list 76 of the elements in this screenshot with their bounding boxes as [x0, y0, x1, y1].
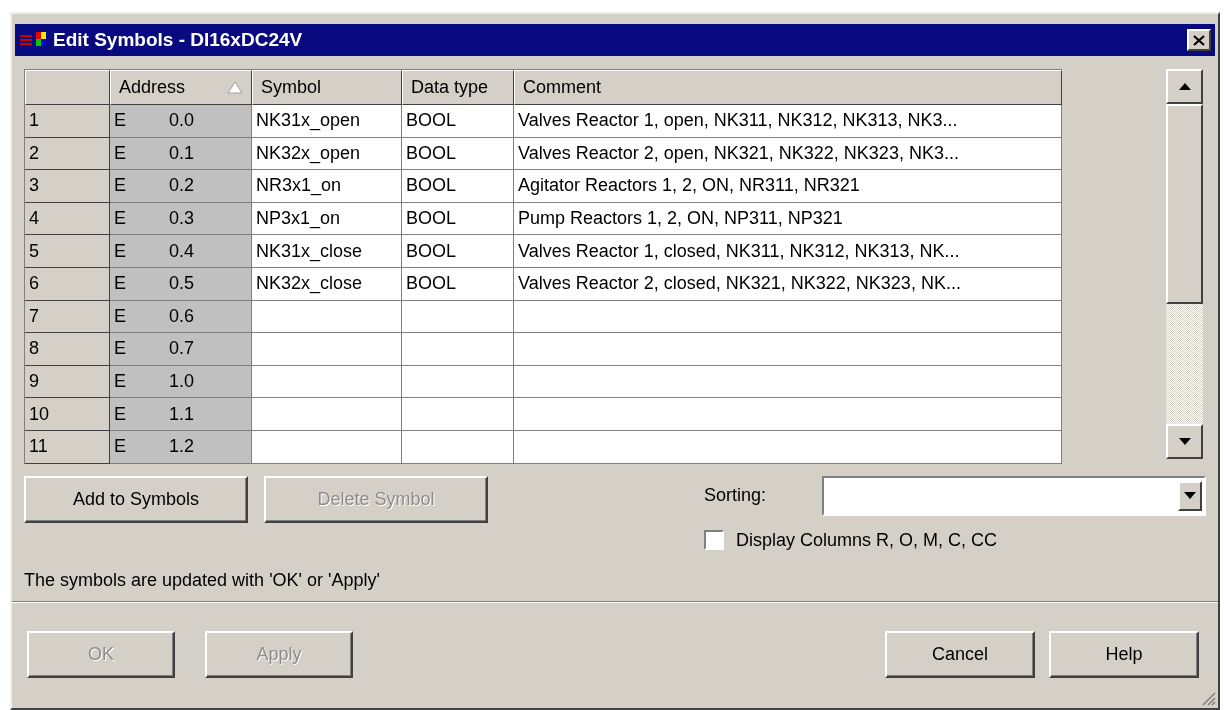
vertical-scrollbar[interactable]	[1166, 69, 1203, 459]
area-text: E	[114, 175, 126, 197]
address-text: 0.4	[168, 240, 194, 262]
table-cell: NK31x_open	[252, 105, 402, 138]
table-cell: BOOL	[402, 267, 514, 301]
action-button[interactable]: Add to Symbols	[24, 475, 248, 523]
table-cell: Valves Reactor 1, closed, NK311, NK312, NK313, NK...	[514, 235, 1062, 268]
column-header[interactable]: Data type	[402, 70, 514, 105]
table-cell: NK32x_close	[252, 267, 402, 301]
table-cell: BOOL	[402, 202, 514, 236]
area-text: E	[114, 273, 126, 295]
address-text: 0.2	[168, 175, 194, 197]
row-number: 2	[25, 137, 110, 171]
area-text: E	[114, 403, 126, 425]
address-text: 0.6	[168, 305, 194, 327]
table-cell: Valves Reactor 2, closed, NK321, NK322, NK323, NK...	[514, 267, 1062, 301]
table-cell: NR3x1_on	[252, 170, 402, 203]
sort-icon	[227, 81, 243, 94]
table-cell: Pump Reactors 1, 2, ON, NP311, NP321	[514, 202, 1062, 236]
area-text: E	[114, 142, 126, 164]
table-cell: BOOL	[402, 137, 514, 171]
area-text: E	[114, 110, 126, 132]
close-icon	[1193, 34, 1205, 46]
table-cell: BOOL	[402, 105, 514, 138]
up-arrow-icon	[1178, 83, 1191, 90]
window-title: Edit Symbols - DI16xDC24V	[53, 29, 304, 51]
table-cell: BOOL	[402, 170, 514, 203]
scroll-up-button[interactable]	[1166, 69, 1203, 104]
area-text: E	[114, 208, 126, 230]
address-text: 0.7	[168, 338, 194, 360]
address-text: 1.1	[168, 403, 194, 425]
address-text: 0.5	[168, 273, 194, 295]
area-text: E	[114, 240, 126, 262]
row-number: 1	[25, 105, 110, 138]
address-text: 1.0	[168, 371, 194, 393]
table-cell: NK31x_close	[252, 235, 402, 268]
scroll-thumb[interactable]	[1166, 104, 1203, 304]
row-number: 8	[25, 333, 110, 366]
row-number: 6	[25, 267, 110, 301]
down-arrow-icon	[1178, 438, 1191, 445]
row-number: 10	[25, 398, 110, 431]
address-text: 0.1	[168, 142, 194, 164]
table-cell: BOOL	[402, 235, 514, 268]
area-text: E	[114, 436, 126, 458]
down-arrow-icon	[1184, 492, 1196, 500]
address-text: 0.3	[168, 208, 194, 230]
address-text: 0.0	[168, 110, 194, 132]
table-cell: NP3x1_on	[252, 202, 402, 236]
row-number: 5	[25, 235, 110, 268]
scroll-down-button[interactable]	[1166, 424, 1203, 459]
column-header[interactable]: Comment	[514, 70, 1062, 105]
table-cell: Valves Reactor 2, open, NK321, NK322, NK323, NK3...	[514, 137, 1062, 171]
dialog-button[interactable]: Cancel	[885, 630, 1035, 678]
area-text: E	[114, 305, 126, 327]
sorting-label: Sorting:	[704, 485, 768, 507]
close-button[interactable]	[1187, 29, 1211, 51]
info-text: The symbols are updated with 'OK' or 'Apply'	[24, 569, 381, 591]
resize-grip[interactable]	[1200, 690, 1216, 706]
column-header[interactable]: Address	[110, 70, 252, 105]
area-text: E	[114, 338, 126, 360]
row-number: 11	[25, 430, 110, 464]
dialog-button[interactable]: Help	[1049, 630, 1199, 678]
checkbox[interactable]	[704, 530, 724, 551]
address-text: 1.2	[168, 436, 194, 458]
table-cell: Valves Reactor 1, open, NK311, NK312, NK313, NK3...	[514, 105, 1062, 138]
row-number: 7	[25, 300, 110, 334]
row-number: 4	[25, 202, 110, 236]
row-number: 9	[25, 365, 110, 399]
row-number: 3	[25, 170, 110, 203]
column-header[interactable]	[25, 70, 110, 105]
checkbox-label: Display Columns R, O, M, C, CC	[736, 529, 998, 551]
table-cell: Agitator Reactors 1, 2, ON, NR311, NR321	[514, 170, 1062, 203]
column-header[interactable]: Symbol	[252, 70, 402, 105]
area-text: E	[114, 371, 126, 393]
sorting-dropdown[interactable]	[822, 475, 1206, 516]
table-cell: NK32x_open	[252, 137, 402, 171]
